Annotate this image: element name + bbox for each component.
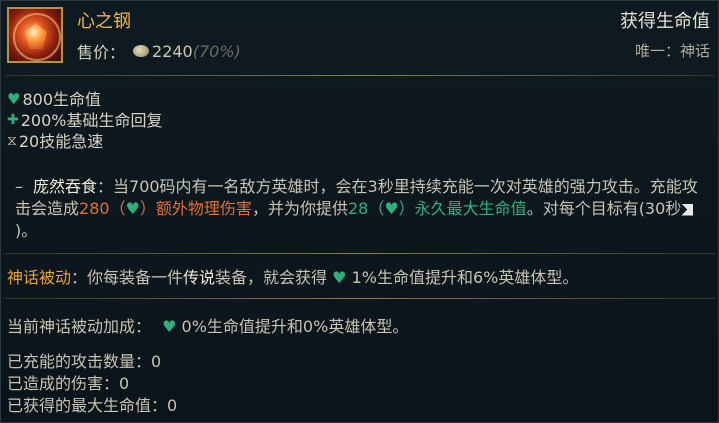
hp-text: ）永久最大生命值 <box>398 199 527 218</box>
heart-icon: ♥ <box>384 199 399 218</box>
mythic-text: 1%生命值提升和6%英雄体型。 <box>351 268 579 287</box>
damage-text: ）额外物理伤害 <box>139 199 252 218</box>
counter-row: 已造成的伤害：0 <box>7 373 177 395</box>
passive-dash: – <box>15 177 23 196</box>
cooldown-clock-icon <box>681 203 694 216</box>
current-label: 当前神话被动加成： <box>7 317 152 336</box>
mythic-passive: 神话被动：你每装备一件传说装备，就会获得 ♥ 1%生命值提升和6%英雄体型。 <box>7 264 578 288</box>
divider-top <box>5 75 715 76</box>
heartsteel-item-icon <box>7 7 63 63</box>
item-tooltip: 心之钢 售价： 2240 (70%) 获得生命值 唯一：神话 ♥ 800生命值 … <box>0 0 719 423</box>
counter-row: 已充能的攻击数量：0 <box>7 351 177 373</box>
stat-text: 200%基础生命回复 <box>20 111 163 130</box>
effect-subtitle: 唯一：神话 <box>634 42 710 60</box>
hp-value: 28 <box>347 199 369 218</box>
item-name: 心之钢 <box>77 11 131 32</box>
counter-value: 0 <box>151 352 162 371</box>
heart-icon: ♥ <box>7 90 21 108</box>
heart-icon: ♥ <box>332 268 347 287</box>
price-row: 售价： 2240 (70%) <box>77 39 241 63</box>
passive-name: 庞然吞食 <box>33 177 98 196</box>
counter-value: 0 <box>167 396 178 415</box>
hp-open-paren: （ <box>368 199 385 218</box>
passive-text: ，并为你提供 <box>251 199 348 218</box>
counter-label: 已充能的攻击数量： <box>7 352 152 371</box>
current-mythic-bonus: 当前神话被动加成： ♥ 0%生命值提升和0%英雄体型。 <box>7 313 408 337</box>
stat-text: 20技能急速 <box>18 132 104 151</box>
damage-value: 280 <box>79 199 110 218</box>
passive-text: 。对每个目标有(30秒 <box>526 199 682 218</box>
counter-row: 已获得的最大生命值：0 <box>7 395 177 417</box>
divider-mythic <box>5 253 715 254</box>
current-text: 0%生命值提升和0%英雄体型。 <box>181 317 409 336</box>
price-label: 售价： <box>77 43 126 62</box>
counter-label: 已获得的最大生命值： <box>7 396 168 415</box>
ability-haste-icon: ⧖ <box>7 133 17 149</box>
passive-description: – 庞然吞食：当700码内有一名敌方英雄时，会在3秒里持续充能一次对英雄的强力攻击… <box>15 176 705 242</box>
divider-current <box>5 298 715 299</box>
price-percent: (70%) <box>192 41 241 61</box>
effect-title: 获得生命值 <box>620 11 710 32</box>
heart-icon: ♥ <box>125 199 140 218</box>
stat-row: ⧖ 20技能急速 <box>7 131 162 152</box>
damage-open-paren: （ <box>109 199 126 218</box>
stats-list: ♥ 800生命值 ✚ 200%基础生命回复 ⧖ 20技能急速 <box>7 89 162 152</box>
counter-value: 0 <box>119 374 130 393</box>
price-value: 2240 <box>152 41 193 61</box>
heart-icon: ♥ <box>162 317 177 336</box>
passive-text: )。 <box>15 221 38 240</box>
stat-row: ✚ 200%基础生命回复 <box>7 110 162 131</box>
health-regen-icon: ✚ <box>7 112 19 128</box>
mythic-label: 神话被动 <box>7 268 72 287</box>
stat-row: ♥ 800生命值 <box>7 89 162 110</box>
counter-label: 已造成的伤害： <box>7 374 120 393</box>
mythic-text: ：你每装备一件 <box>71 268 184 287</box>
counters-list: 已充能的攻击数量：0 已造成的伤害：0 已获得的最大生命值：0 <box>7 351 177 417</box>
stat-text: 800生命值 <box>22 90 101 109</box>
gold-coin-icon <box>133 45 150 57</box>
mythic-text: 装备，就会获得 <box>215 268 328 287</box>
mythic-legendary: 传说 <box>183 268 216 287</box>
